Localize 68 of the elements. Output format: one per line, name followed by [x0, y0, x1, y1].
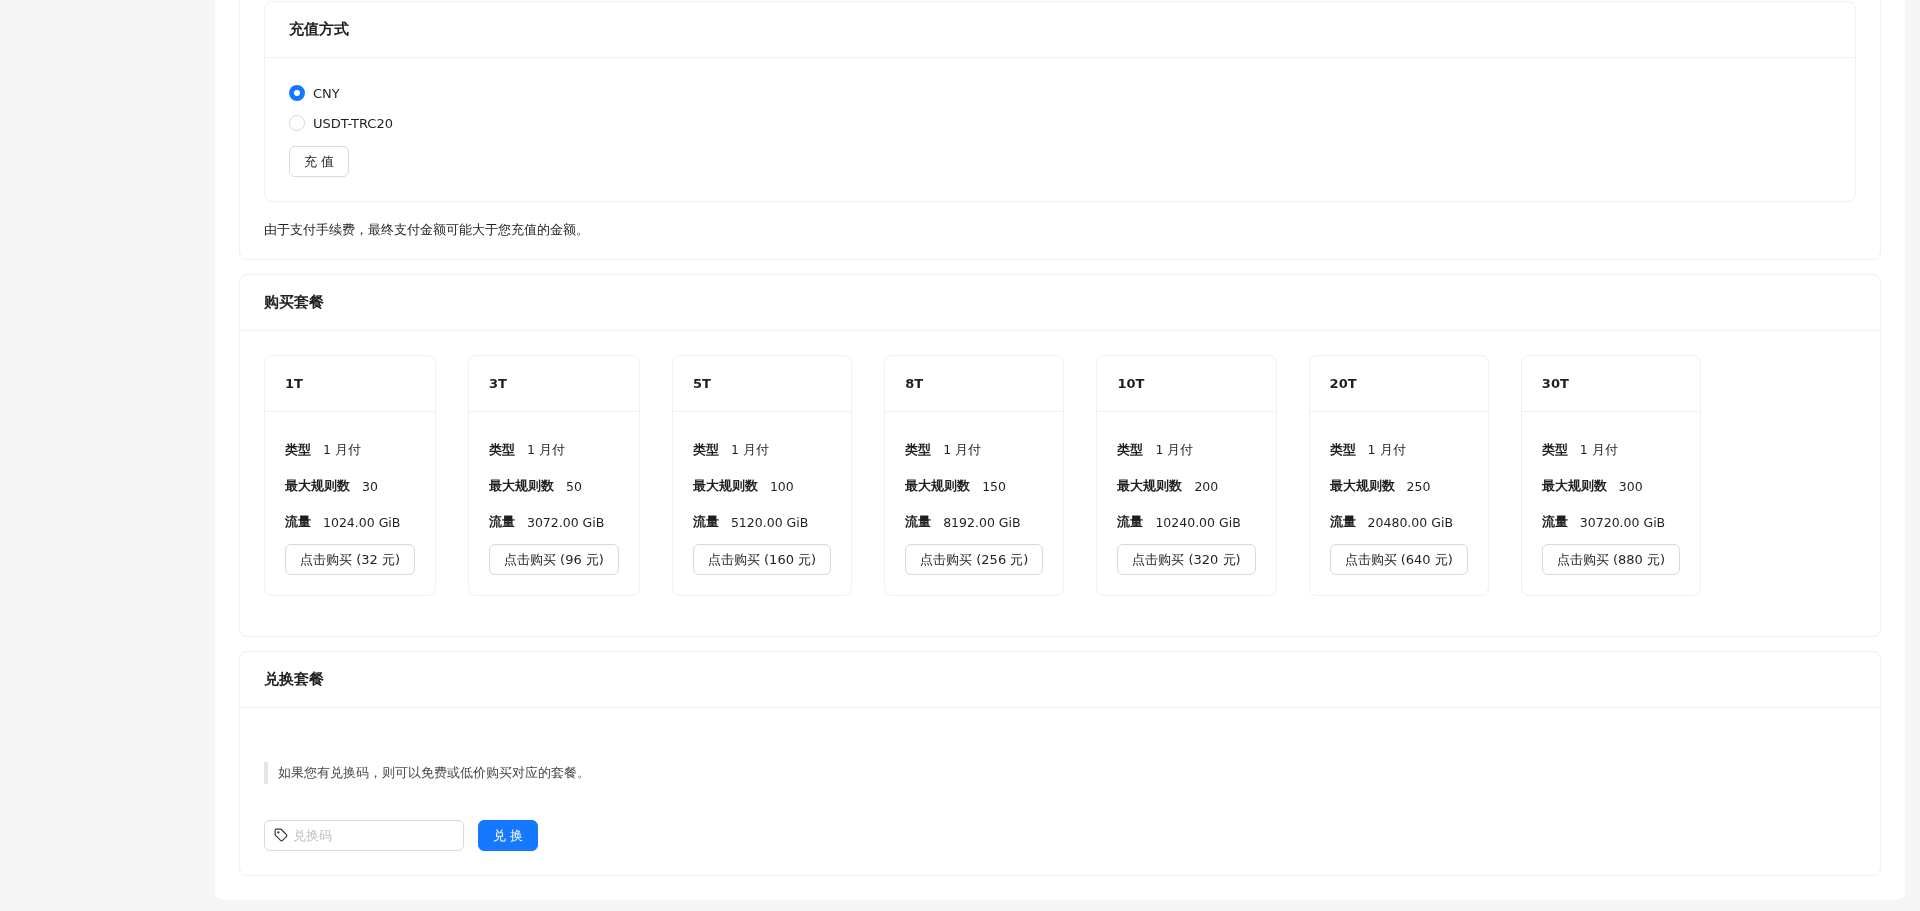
field-label: 流量 — [488, 513, 515, 531]
package-title: 1T — [265, 356, 435, 412]
radio-icon[interactable] — [289, 85, 305, 101]
section-title: 充值方式 — [289, 20, 349, 39]
field-value: 8192.00 GiB — [943, 514, 1021, 530]
tag-icon — [274, 828, 288, 842]
redeem-code-field[interactable]: 兑换码 — [264, 820, 464, 851]
field-value: 250 — [1406, 478, 1431, 494]
buy-button[interactable]: 点击购买 (320 元) — [1117, 544, 1256, 575]
package-title: 30T — [1521, 356, 1701, 412]
field-label: 最大规则数 — [285, 477, 350, 495]
section-title: 购买套餐 — [264, 293, 324, 312]
field-label: 流量 — [1117, 513, 1144, 531]
field-label: 流量 — [1329, 513, 1356, 531]
field-label: 类型 — [488, 441, 515, 459]
field-value: 1 月付 — [1155, 441, 1194, 459]
field-label: 最大规则数 — [905, 477, 971, 495]
buy-button[interactable]: 点击购买 (256 元) — [905, 544, 1044, 575]
field-label: 最大规则数 — [1117, 477, 1183, 495]
field-value: 5120.00 GiB — [730, 514, 809, 530]
field-label: 流量 — [692, 513, 719, 531]
package-title: 10T — [1097, 356, 1276, 412]
redeem-button[interactable]: 兑 换 — [478, 820, 539, 851]
field-label: 类型 — [692, 441, 719, 459]
field-value: 300 — [1618, 478, 1643, 494]
field-value: 30 — [362, 478, 378, 494]
field-value: 20480.00 GiB — [1367, 514, 1453, 530]
buy-button[interactable]: 点击购买 (96 元) — [488, 544, 619, 575]
package-title: 5T — [672, 356, 852, 412]
section-title: 兑换套餐 — [264, 670, 324, 689]
field-value: 1 月付 — [1367, 441, 1406, 459]
field-value: 1 月付 — [943, 441, 982, 459]
field-label: 类型 — [905, 441, 932, 459]
buy-button[interactable]: 点击购买 (160 元) — [692, 544, 832, 575]
field-value: 30720.00 GiB — [1579, 514, 1666, 530]
field-label: 最大规则数 — [1541, 477, 1607, 495]
field-label: 流量 — [1541, 513, 1568, 531]
field-value: 200 — [1194, 478, 1219, 494]
field-label: 类型 — [285, 441, 311, 459]
field-label: 类型 — [1117, 441, 1144, 459]
field-label: 流量 — [285, 513, 311, 531]
fee-note: 由于支付手续费，最终支付金额可能大于您充值的金额。 — [264, 222, 590, 239]
package-title: 8T — [885, 356, 1064, 412]
field-value: 50 — [565, 478, 582, 494]
buy-button[interactable]: 点击购买 (880 元) — [1541, 544, 1681, 575]
radio-option[interactable]: CNY — [289, 82, 1831, 104]
field-label: 最大规则数 — [488, 477, 554, 495]
field-value: 150 — [982, 478, 1006, 494]
field-value: 1024.00 GiB — [323, 514, 401, 530]
buy-button[interactable]: 点击购买 (640 元) — [1329, 544, 1468, 575]
field-value: 3072.00 GiB — [526, 514, 605, 530]
recharge-button[interactable]: 充 值 — [289, 146, 350, 177]
field-value: 1 月付 — [526, 441, 565, 459]
field-label: 流量 — [905, 513, 932, 531]
radio-option[interactable]: USDT-TRC20 — [289, 112, 1831, 134]
package-title: 20T — [1309, 356, 1488, 412]
field-label: 最大规则数 — [1329, 477, 1395, 495]
field-label: 类型 — [1541, 441, 1568, 459]
package-title: 3T — [468, 356, 639, 412]
field-label: 最大规则数 — [692, 477, 758, 495]
field-value: 10240.00 GiB — [1155, 514, 1241, 530]
field-value: 1 月付 — [730, 441, 769, 459]
field-value: 1 月付 — [323, 441, 361, 459]
field-value: 100 — [769, 478, 794, 494]
field-label: 类型 — [1329, 441, 1356, 459]
redeem-notice: 如果您有兑换码，则可以免费或低价购买对应的套餐。 — [264, 762, 1856, 784]
field-value: 1 月付 — [1579, 441, 1618, 459]
buy-button[interactable]: 点击购买 (32 元) — [285, 544, 415, 575]
